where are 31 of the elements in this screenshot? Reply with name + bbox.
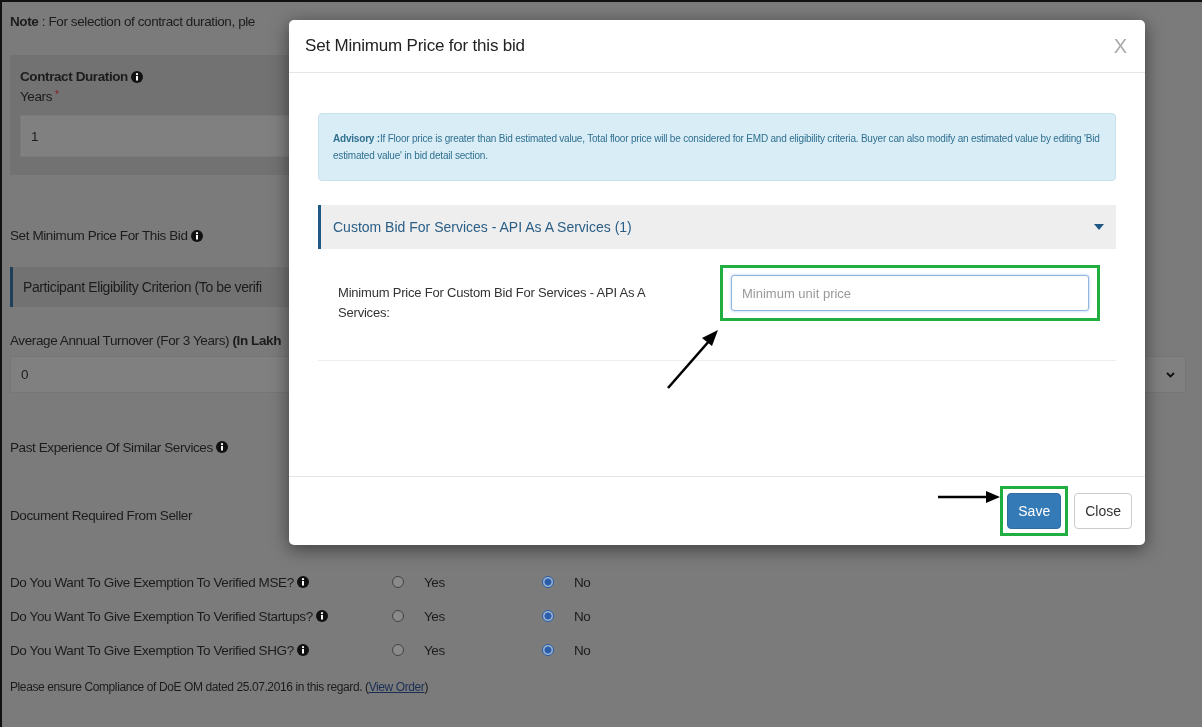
accordion-header[interactable]: Custom Bid For Services - API As A Services (1) [318, 205, 1116, 249]
turnover-label: Average Annual Turnover (For 3 Years) (In Lakh [10, 333, 281, 348]
question-label: Do You Want To Give Exemption To Verified MSE? [10, 574, 392, 590]
chevron-down-icon [1166, 371, 1175, 378]
arrow-annotation [666, 328, 720, 390]
min-price-label: Set Minimum Price For This Bid [10, 228, 203, 243]
advisory-text: Advisory :If Floor price is greater than Bid estimated value, Total floor price will be considered for EMD and eligibility criteria. Buyer can also modify an estimated value by editing 'Bid estimated value' in bid detail section. [318, 113, 1116, 181]
field-label: Document Required From Seller [10, 506, 192, 525]
modal-title: Set Minimum Price for this bid [305, 36, 525, 56]
arrow-annotation [938, 490, 1000, 504]
save-button[interactable]: Save [1007, 493, 1062, 529]
caret-icon [1094, 224, 1104, 230]
field-label: Past Experience Of Similar Services [10, 437, 228, 457]
required-mark: * [55, 89, 59, 100]
radio-option[interactable]: Yes [392, 642, 542, 658]
compliance-text: Please ensure Compliance of DoE OM dated 25.07.2016 in this regard. (View Order) [10, 680, 429, 694]
contract-duration-heading: Contract Duration [20, 69, 143, 84]
question-label: Do You Want To Give Exemption To Verified Startups? [10, 608, 392, 624]
years-label: Years * [20, 89, 59, 104]
field-label: Minimum Price For Custom Bid For Services - API As A Services: [338, 284, 647, 322]
radio-option[interactable]: No [542, 608, 692, 624]
radio-option[interactable]: Yes [392, 608, 542, 624]
view-order-link[interactable]: View Order [368, 680, 425, 694]
radio-option[interactable]: No [542, 574, 692, 590]
note-text: Note : For selection of contract duration, ple [10, 12, 255, 30]
close-button[interactable]: X [1113, 34, 1127, 58]
close-button[interactable]: Close [1074, 493, 1132, 529]
radio-option[interactable]: Yes [392, 574, 542, 590]
radio-option[interactable]: No [542, 642, 692, 658]
min-price-input[interactable]: Minimum unit price [731, 275, 1089, 311]
question-label: Do You Want To Give Exemption To Verified SHG? [10, 642, 392, 658]
